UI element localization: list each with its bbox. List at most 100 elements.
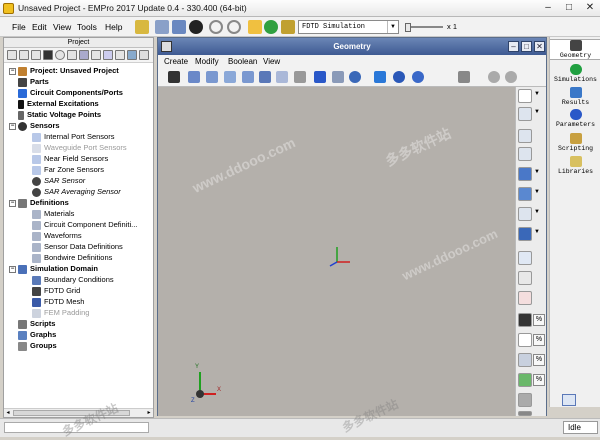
grid-view-icon[interactable]	[518, 353, 532, 367]
geometry-maximize-button[interactable]: □	[521, 41, 532, 52]
tree-waveguide-port[interactable]: Waveguide Port Sensors	[32, 142, 127, 153]
fit-view-icon[interactable]	[518, 129, 532, 143]
menu-tools[interactable]: Tools	[77, 22, 97, 32]
thermometer-icon[interactable]	[518, 291, 532, 305]
opacity-percent-1[interactable]: %	[533, 314, 545, 326]
tree-sensors[interactable]: − Sensors	[9, 120, 60, 131]
simulation-setup-icon[interactable]	[281, 20, 295, 34]
tree-filter-icon[interactable]	[7, 50, 17, 60]
menu-file[interactable]: File	[12, 22, 26, 32]
minimize-button[interactable]: –	[540, 2, 556, 15]
chevron-down-icon[interactable]: ▼	[534, 209, 540, 215]
scroll-thumb[interactable]	[13, 410, 130, 416]
box-icon[interactable]	[188, 71, 200, 83]
maximize-button[interactable]: □	[561, 2, 577, 15]
tree-excitations[interactable]: External Excitations	[18, 98, 99, 109]
chevron-down-icon[interactable]: ▼	[534, 91, 540, 97]
collapse-icon[interactable]: −	[9, 122, 16, 130]
run-icon[interactable]	[264, 20, 278, 34]
tree-static-voltage[interactable]: Static Voltage Points	[18, 109, 101, 120]
tab-simulations[interactable]: Simulations	[550, 64, 600, 83]
tab-results[interactable]: Results	[550, 87, 600, 106]
select-pointer-icon[interactable]	[518, 89, 532, 103]
opacity-percent-3[interactable]: %	[533, 354, 545, 366]
view-arrow-icon[interactable]	[518, 207, 532, 221]
scroll-right-icon[interactable]: ▸	[145, 409, 153, 417]
waveform-icon[interactable]	[91, 50, 101, 60]
chevron-down-icon[interactable]: ▼	[534, 169, 540, 175]
tree-fdtd-grid[interactable]: FDTD Grid	[32, 285, 80, 296]
menu-edit[interactable]: Edit	[32, 22, 47, 32]
spline-icon[interactable]	[314, 71, 326, 83]
tree-graphs[interactable]: Graphs	[18, 329, 56, 340]
view-cube-icon[interactable]	[518, 167, 532, 181]
tree-waveforms[interactable]: Waveforms	[32, 230, 82, 241]
open-icon[interactable]	[155, 20, 169, 34]
menu-geometry-view[interactable]: View	[263, 57, 280, 66]
tree-boundary[interactable]: Boundary Conditions	[32, 274, 114, 285]
zoom-slider-thumb[interactable]	[405, 23, 411, 32]
menu-view[interactable]: View	[53, 22, 71, 32]
grid-icon[interactable]	[67, 50, 77, 60]
chevron-down-icon[interactable]: ▼	[534, 189, 540, 195]
visibility-icon[interactable]	[518, 313, 532, 327]
menu-boolean[interactable]: Boolean	[228, 57, 257, 66]
collapse-icon[interactable]: −	[9, 67, 16, 75]
zoom-icon[interactable]	[518, 107, 532, 121]
bondwire-icon[interactable]	[294, 71, 306, 83]
chevron-down-icon[interactable]: ▼	[534, 109, 540, 115]
new-project-icon[interactable]	[135, 20, 149, 34]
field-view-icon[interactable]	[518, 373, 532, 387]
tree-parts[interactable]: Parts	[18, 76, 49, 87]
tree-sar-averaging[interactable]: SAR Averaging Sensor	[32, 186, 121, 197]
tree-definitions[interactable]: − Definitions	[9, 197, 69, 208]
tree-near-field[interactable]: Near Field Sensors	[32, 153, 108, 164]
layer-icon[interactable]	[518, 393, 532, 407]
tree-groups[interactable]: Groups	[18, 340, 57, 351]
ball-icon[interactable]	[393, 71, 405, 83]
cone-icon[interactable]	[259, 71, 271, 83]
component-icon[interactable]	[31, 50, 41, 60]
graph-icon[interactable]	[127, 50, 137, 60]
tab-geometry[interactable]: Geometry	[550, 39, 600, 60]
tab-libraries[interactable]: Libraries	[550, 156, 600, 175]
tab-parameters[interactable]: Parameters	[550, 109, 600, 128]
redo-icon[interactable]	[227, 20, 241, 34]
revolve-icon[interactable]	[349, 71, 361, 83]
extra-view-icon[interactable]	[518, 411, 532, 416]
undo-icon[interactable]	[209, 20, 223, 34]
scroll-left-icon[interactable]: ◂	[4, 409, 12, 417]
tree-fem-padding[interactable]: FEM Padding	[32, 307, 89, 318]
tree-sim-domain[interactable]: − Simulation Domain	[9, 263, 98, 274]
extrude-icon[interactable]	[168, 71, 180, 83]
chevron-down-icon[interactable]: ▼	[534, 229, 540, 235]
ruler-icon[interactable]	[518, 251, 532, 265]
warning-icon[interactable]	[248, 20, 262, 34]
group-icon[interactable]	[139, 50, 149, 60]
cylinder-icon[interactable]	[206, 71, 218, 83]
layout-icon[interactable]	[562, 394, 576, 406]
zoom-region-icon[interactable]	[518, 147, 532, 161]
magnet-icon[interactable]	[518, 271, 532, 285]
tree-fdtd-mesh[interactable]: FDTD Mesh	[32, 296, 84, 307]
geometry-canvas[interactable]: www.ddooo.com 多多软件站 www.ddooo.com Y X Z	[158, 87, 515, 416]
zoom-slider[interactable]	[405, 23, 443, 32]
mesh-view-icon[interactable]	[518, 333, 532, 347]
view-iso-icon[interactable]	[518, 187, 532, 201]
tab-scripting[interactable]: Scripting	[550, 133, 600, 152]
plane-icon[interactable]	[518, 227, 532, 241]
part-icon[interactable]	[19, 50, 29, 60]
menu-modify[interactable]: Modify	[195, 57, 219, 66]
move-icon[interactable]	[458, 71, 470, 83]
menu-create[interactable]: Create	[164, 57, 188, 66]
sensor-icon[interactable]	[43, 50, 53, 60]
curve-icon[interactable]	[332, 71, 344, 83]
material-icon[interactable]	[79, 50, 89, 60]
mesh-icon[interactable]	[103, 50, 113, 60]
tree-sensor-data[interactable]: Sensor Data Definitions	[32, 241, 123, 252]
torus-icon[interactable]	[412, 71, 424, 83]
cube-icon[interactable]	[374, 71, 386, 83]
link-icon[interactable]	[488, 71, 500, 83]
tree-materials[interactable]: Materials	[32, 208, 74, 219]
close-button[interactable]: ✕	[582, 2, 598, 15]
